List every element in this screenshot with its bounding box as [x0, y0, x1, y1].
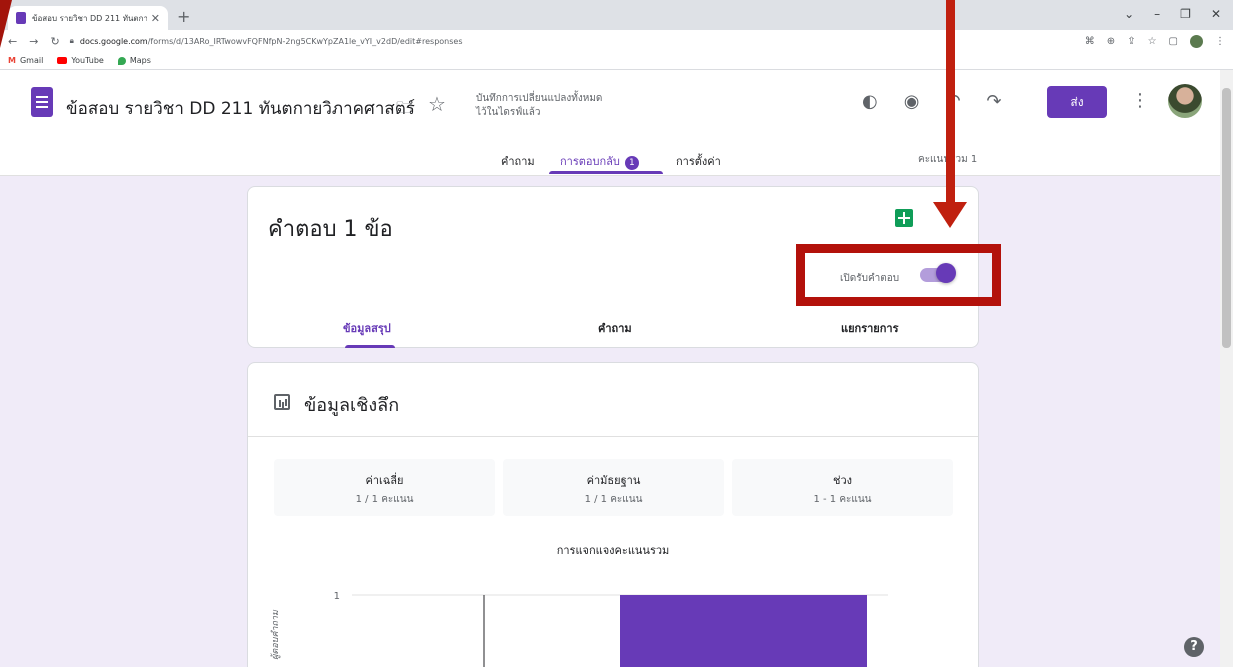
y-tick-label: 1: [334, 591, 340, 602]
browser-tab[interactable]: ข้อสอบ รายวิชา DD 211 ทันตกายวิภ ✕: [8, 6, 168, 30]
side-panel-icon[interactable]: ▢: [1169, 36, 1178, 47]
forms-logo-icon[interactable]: [31, 87, 53, 117]
scrollbar-thumb[interactable]: [1222, 88, 1231, 348]
save-status: บันทึกการเปลี่ยนแปลงทั้งหมด ไว้ในไดรฟ์แล…: [476, 93, 603, 118]
divider: [248, 436, 978, 437]
forward-icon[interactable]: →: [29, 35, 38, 48]
sheets-icon[interactable]: [895, 209, 913, 227]
browser-tab-title: ข้อสอบ รายวิชา DD 211 ทันตกายวิภ: [32, 13, 147, 23]
stat-label: ค่ามัธยฐาน: [586, 474, 641, 487]
share-icon[interactable]: ⇪: [1127, 36, 1135, 47]
address-bar-row: ← → ↻ 🔒︎ docs.google.com /forms/d/13ARo_…: [0, 30, 1233, 52]
star-icon[interactable]: ☆: [428, 92, 446, 116]
forms-favicon-icon: [16, 12, 26, 24]
tab-responses[interactable]: การตอบกลับ 1: [560, 152, 639, 170]
chart-title: การแจกแจงคะแนนรวม: [556, 544, 670, 557]
score-distribution-chart: 1 ผู้ตอบคำถาม: [270, 591, 888, 667]
close-window-icon[interactable]: ✕: [1211, 7, 1221, 21]
folder-icon[interactable]: 🗀: [396, 97, 412, 124]
subtab-summary[interactable]: ข้อมูลสรุป: [343, 319, 391, 337]
stat-value: 1 - 1 คะแนน: [813, 494, 872, 505]
stat-value: 1 / 1 คะแนน: [355, 494, 414, 505]
stat-median: ค่ามัธยฐาน 1 / 1 คะแนน: [503, 459, 724, 516]
bookmark-star-icon[interactable]: ☆: [1148, 36, 1157, 47]
stat-range: ช่วง 1 - 1 คะแนน: [732, 459, 953, 516]
url-field[interactable]: 🔒︎ docs.google.com /forms/d/13ARo_IRTwow…: [70, 32, 1085, 50]
palette-icon[interactable]: ◐: [862, 91, 878, 112]
url-host: docs.google.com: [79, 36, 148, 46]
window-controls: ⌄ – ❐ ✕: [1124, 7, 1221, 21]
maps-icon: [117, 56, 126, 65]
stat-label: ค่าเฉลี่ย: [365, 474, 404, 487]
arrow-head-icon: [933, 202, 967, 228]
new-tab-button[interactable]: +: [177, 7, 190, 26]
chart-bar: [620, 595, 867, 667]
help-icon[interactable]: ?: [1184, 637, 1204, 657]
youtube-icon: [57, 57, 68, 64]
active-tab-indicator: [549, 171, 663, 174]
browser-menu-icon[interactable]: ⋮: [1215, 36, 1225, 47]
zoom-icon[interactable]: ⊕: [1107, 36, 1115, 47]
profile-avatar[interactable]: [1190, 34, 1203, 48]
annotation-arrow: [946, 0, 955, 205]
subtab-individual[interactable]: แยกรายการ: [841, 319, 898, 337]
browser-tabstrip: ข้อสอบ รายวิชา DD 211 ทันตกายวิภ ✕ + ⌄ –…: [0, 0, 1233, 30]
reload-icon[interactable]: ↻: [50, 35, 59, 48]
gmail-icon: M: [8, 56, 16, 65]
url-path: /forms/d/13ARo_IRTwowvFQFNfpN-2ng5CKwYpZ…: [147, 36, 463, 46]
form-title[interactable]: ข้อสอบ รายวิชา DD 211 ทันตกายวิภาคศาสตร์: [66, 95, 415, 122]
redo-icon[interactable]: ↷: [987, 91, 1002, 112]
chevron-down-icon[interactable]: ⌄: [1124, 7, 1134, 21]
annotation-highlight-box: [796, 244, 1001, 306]
forms-header: ข้อสอบ รายวิชา DD 211 ทันตกายวิภาคศาสตร์…: [0, 70, 1220, 176]
insights-title: ข้อมูลเชิงลึก: [304, 395, 400, 416]
tab-questions[interactable]: คำถาม: [501, 152, 535, 170]
tab-settings[interactable]: การตั้งค่า: [676, 152, 721, 170]
more-vert-icon[interactable]: ⋮: [1131, 90, 1149, 111]
stat-value: 1 / 1 คะแนน: [584, 494, 643, 505]
restore-icon[interactable]: ❐: [1180, 7, 1191, 21]
eye-icon[interactable]: ◉: [904, 91, 920, 112]
active-subtab-indicator: [345, 345, 395, 348]
bar-chart-icon: [274, 394, 290, 410]
translate-icon[interactable]: ⌘: [1085, 36, 1095, 47]
corner-decoration: [0, 0, 12, 48]
response-count-title: คำตอบ 1 ข้อ: [268, 217, 393, 242]
stat-average: ค่าเฉลี่ย 1 / 1 คะแนน: [274, 459, 495, 516]
send-button[interactable]: ส่ง: [1047, 86, 1107, 118]
bookmark-maps[interactable]: Maps: [117, 56, 151, 65]
form-tabs: คำถาม การตอบกลับ 1 การตั้งค่า คะแนนรวม 1: [0, 148, 1220, 176]
stat-label: ช่วง: [832, 474, 852, 487]
avatar[interactable]: [1168, 84, 1202, 118]
minimize-icon[interactable]: –: [1154, 7, 1160, 21]
scrollbar[interactable]: [1220, 70, 1233, 667]
responses-count-badge: 1: [624, 156, 639, 170]
lock-icon: 🔒︎: [69, 36, 74, 45]
bookmark-youtube[interactable]: YouTube: [57, 56, 104, 65]
insights-card: ข้อมูลเชิงลึก ค่าเฉลี่ย 1 / 1 คะแนน ค่าม…: [247, 362, 979, 667]
subtab-question[interactable]: คำถาม: [598, 319, 632, 337]
bookmark-gmail[interactable]: M Gmail: [8, 56, 43, 65]
close-icon[interactable]: ✕: [151, 12, 160, 25]
y-axis-label: ผู้ตอบคำถาม: [270, 609, 281, 660]
bookmarks-bar: M Gmail YouTube Maps: [0, 52, 1233, 70]
